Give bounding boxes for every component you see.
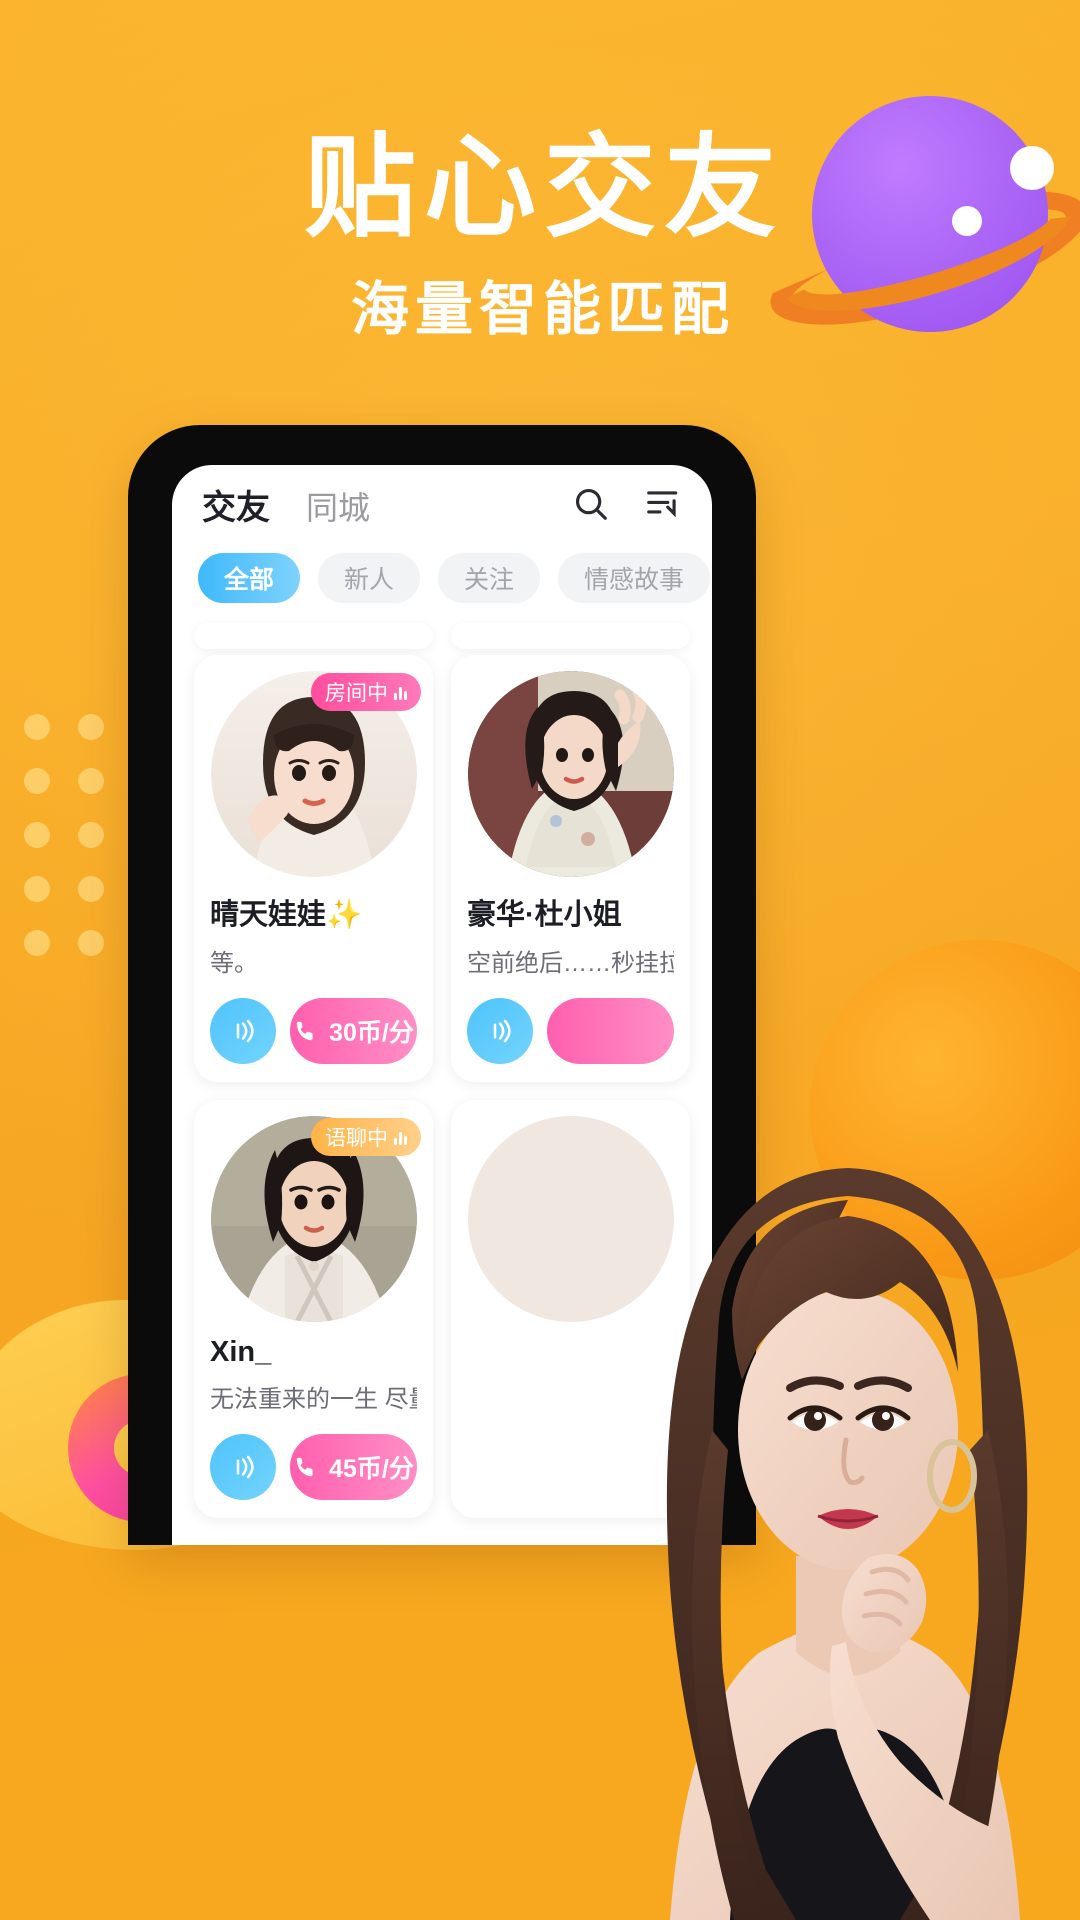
phone-mockup: 交友 同城 全部 新人 关注 情感故事 房间中 晴天娃娃✨ 等。 30币/分 豪… [128,425,756,1545]
nav-tab-friends[interactable]: 交友 [202,480,270,529]
avatar [467,671,674,877]
phone-screen: 交友 同城 全部 新人 关注 情感故事 房间中 晴天娃娃✨ 等。 30币/分 豪… [172,465,712,1545]
filter-chip-follow[interactable]: 关注 [438,553,541,603]
avatar [467,1116,674,1322]
avatar-wrapper [467,671,674,877]
call-price-label: 30币/分 [329,1019,414,1047]
status-badge-label: 语聊中 [325,1127,388,1150]
call-price-button[interactable]: 30币/分 [290,998,417,1064]
user-name: 晴天娃娃✨ [210,899,363,931]
filter-chip-all[interactable]: 全部 [198,553,301,603]
user-card-grid: 房间中 晴天娃娃✨ 等。 30币/分 豪华·杜小姐 空前绝后……秒挂拉 语聊中 … [172,655,712,1518]
status-badge: 房间中 [311,673,421,711]
table-row[interactable]: 语聊中 Xin_ 无法重来的一生 尽量快乐 [194,1100,433,1518]
promo-title: 贴心交友 [304,123,784,253]
status-badge: 语聊中 [311,1118,421,1156]
card-peek-left [194,623,433,649]
table-row[interactable]: 房间中 晴天娃娃✨ 等。 30币/分 [194,655,433,1082]
voice-message-button[interactable] [210,1434,276,1500]
user-signature: 等。 [210,950,258,977]
card-actions: 30币/分 [210,998,417,1064]
filter-icon[interactable] [644,485,682,523]
avatar-wrapper: 房间中 [210,671,421,877]
promo-headline-block: 贴心交友 海量智能匹配 [0,132,1080,338]
user-name: Xin_ [210,1336,272,1368]
filter-chip-emotion-story[interactable]: 情感故事 [558,553,711,603]
user-name: 豪华·杜小姐 [467,899,622,931]
card-actions [467,998,674,1064]
nav-icon-group [572,485,682,523]
call-price-button[interactable]: 45币/分 [290,1434,417,1500]
avatar-wrapper: 语聊中 [210,1116,421,1322]
nav-tab-local[interactable]: 同城 [306,483,370,529]
user-signature: 空前绝后……秒挂拉黑！ [467,950,674,977]
app-navbar: 交友 同城 [172,465,712,543]
card-peek-right [451,623,690,649]
audio-wave-icon [394,684,407,700]
promo-subtitle: 海量智能匹配 [350,275,735,343]
user-signature: 无法重来的一生 尽量快乐 [210,1386,417,1413]
voice-message-button[interactable] [210,998,276,1064]
avatar-wrapper [467,1116,674,1322]
search-icon[interactable] [572,485,610,523]
filter-chip-row[interactable]: 全部 新人 关注 情感故事 日常聊天 [172,543,712,617]
table-row[interactable] [451,1100,690,1518]
filter-chip-new[interactable]: 新人 [318,553,421,603]
card-actions: 45币/分 [210,1434,417,1500]
audio-wave-icon [394,1129,407,1145]
call-price-button[interactable] [547,998,674,1064]
card-peek-row [172,623,712,649]
call-price-label: 45币/分 [329,1455,414,1483]
table-row[interactable]: 豪华·杜小姐 空前绝后……秒挂拉黑！ [451,655,690,1082]
status-badge-label: 房间中 [325,682,388,705]
voice-message-button[interactable] [467,998,533,1064]
nav-tab-list: 交友 同城 [202,480,572,529]
